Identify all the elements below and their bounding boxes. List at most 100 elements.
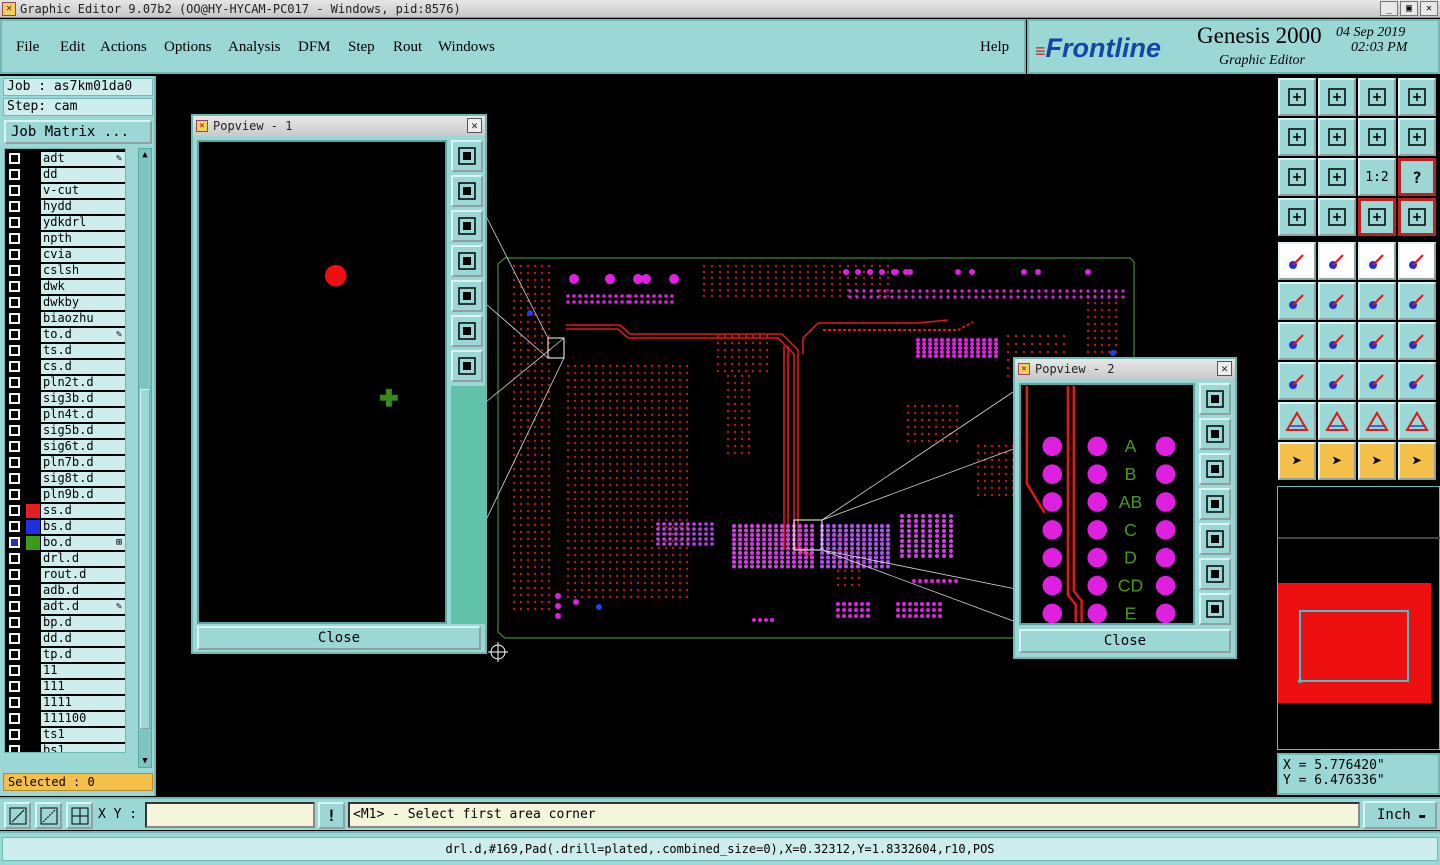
layer-name[interactable]: bs.d: [41, 520, 125, 534]
layer-row[interactable]: sig6t.d: [5, 439, 125, 455]
layer-checkbox[interactable]: [9, 329, 20, 340]
layer-color-swatch[interactable]: [26, 632, 40, 646]
layer-row[interactable]: 1111: [5, 695, 125, 711]
layer-checkbox[interactable]: [9, 649, 20, 660]
popview-1-zoom-right-icon[interactable]: [451, 280, 483, 312]
popview-1-zoom-up-icon[interactable]: [451, 175, 483, 207]
layer-color-swatch[interactable]: [26, 488, 40, 502]
layer-row[interactable]: ts1: [5, 727, 125, 743]
layer-row[interactable]: 111: [5, 679, 125, 695]
layer-row[interactable]: adt ✎: [5, 151, 125, 167]
layer-row[interactable]: 11: [5, 663, 125, 679]
layer-checkbox[interactable]: [9, 313, 20, 324]
snap-icon[interactable]: [4, 802, 31, 829]
layer-checkbox[interactable]: [9, 457, 20, 468]
layer-row[interactable]: sig3b.d: [5, 391, 125, 407]
layer-name[interactable]: drl.d: [41, 552, 125, 566]
open-icon[interactable]: [1278, 78, 1316, 116]
layer-row[interactable]: 111100: [5, 711, 125, 727]
layer-row[interactable]: v-cut: [5, 183, 125, 199]
layer-checkbox[interactable]: [9, 713, 20, 724]
layer-row[interactable]: dwkby: [5, 295, 125, 311]
layer-name[interactable]: dwkby: [41, 296, 125, 310]
layer-row[interactable]: npth: [5, 231, 125, 247]
layer-checkbox[interactable]: [9, 537, 20, 548]
layer-row[interactable]: dwk: [5, 279, 125, 295]
layer-color-swatch[interactable]: [26, 376, 40, 390]
layer-color-swatch[interactable]: [26, 680, 40, 694]
layer-name[interactable]: sig8t.d: [41, 472, 125, 486]
menu-file[interactable]: File: [16, 39, 39, 56]
layer-name[interactable]: cslsh: [41, 264, 125, 278]
layer-list-scrollbar[interactable]: ▲ ▼: [138, 148, 152, 768]
layer-color-swatch[interactable]: [26, 296, 40, 310]
layer-color-swatch[interactable]: [26, 312, 40, 326]
layer-checkbox[interactable]: [9, 489, 20, 500]
layer-checkbox[interactable]: [9, 697, 20, 708]
add-line-icon[interactable]: [1318, 242, 1356, 280]
layer-checkbox[interactable]: [9, 393, 20, 404]
layer-color-swatch[interactable]: [26, 152, 40, 166]
layer-row[interactable]: adt.d ✎: [5, 599, 125, 615]
scroll-down-arrow[interactable]: ▼: [139, 755, 151, 767]
layer-name[interactable]: sig6t.d: [41, 440, 125, 454]
layer-row[interactable]: dd: [5, 167, 125, 183]
triangle-c-icon[interactable]: [1398, 402, 1436, 440]
layers-icon[interactable]: [1358, 198, 1396, 236]
layer-row[interactable]: pln9b.d: [5, 487, 125, 503]
triangle-a-icon[interactable]: [1318, 402, 1356, 440]
segment-icon[interactable]: [1318, 362, 1356, 400]
layer-color-swatch[interactable]: [26, 456, 40, 470]
layer-row[interactable]: biaozhu: [5, 311, 125, 327]
layer-row[interactable]: hydd: [5, 199, 125, 215]
popview-1-zoom-down-icon[interactable]: [451, 210, 483, 242]
popview-1-fit-icon[interactable]: [451, 315, 483, 347]
layer-name[interactable]: dwk: [41, 280, 125, 294]
layer-row[interactable]: pln2t.d: [5, 375, 125, 391]
layer-color-swatch[interactable]: [26, 744, 40, 752]
cross-icon[interactable]: [1318, 282, 1356, 320]
settings-icon[interactable]: [1278, 198, 1316, 236]
layer-color-swatch[interactable]: [26, 504, 40, 518]
layer-name[interactable]: hydd: [41, 200, 125, 214]
layer-color-swatch[interactable]: [26, 728, 40, 742]
layer-checkbox[interactable]: [9, 185, 20, 196]
layer-checkbox[interactable]: [9, 617, 20, 628]
layer-checkbox[interactable]: [9, 601, 20, 612]
alert-icon[interactable]: !: [318, 802, 345, 829]
menu-analysis[interactable]: Analysis: [228, 39, 281, 56]
layer-color-swatch[interactable]: [26, 520, 40, 534]
layer-row[interactable]: sig5b.d: [5, 423, 125, 439]
layer-row[interactable]: adb.d: [5, 583, 125, 599]
menu-edit[interactable]: Edit: [60, 39, 85, 56]
measure-icon[interactable]: [1358, 362, 1396, 400]
layer-color-swatch[interactable]: [26, 360, 40, 374]
layer-name[interactable]: to.d ✎: [41, 328, 125, 342]
layer-color-swatch[interactable]: [26, 408, 40, 422]
layer-row[interactable]: bs1: [5, 743, 125, 752]
layer-color-swatch[interactable]: [26, 648, 40, 662]
layer-color-swatch[interactable]: [26, 168, 40, 182]
layer-color-swatch[interactable]: [26, 664, 40, 678]
menu-dfm[interactable]: DFM: [298, 39, 331, 56]
layer-name[interactable]: tp.d: [41, 648, 125, 662]
layer-checkbox[interactable]: [9, 345, 20, 356]
layer-name[interactable]: pln9b.d: [41, 488, 125, 502]
layer-name[interactable]: sig3b.d: [41, 392, 125, 406]
maximize-button[interactable]: ▣: [1400, 1, 1418, 16]
layer-color-swatch[interactable]: [26, 600, 40, 614]
layer-checkbox[interactable]: [9, 681, 20, 692]
layer-color-swatch[interactable]: [26, 392, 40, 406]
layer-checkbox[interactable]: [9, 233, 20, 244]
layer-color-swatch[interactable]: [26, 232, 40, 246]
layer-row[interactable]: to.d ✎: [5, 327, 125, 343]
layer-checkbox[interactable]: [9, 409, 20, 420]
layer-row[interactable]: bs.d: [5, 519, 125, 535]
menu-help[interactable]: Help: [980, 39, 1009, 56]
layer-checkbox[interactable]: [9, 553, 20, 564]
popview-2-canvas[interactable]: AB AB CD CD E: [1019, 383, 1195, 625]
popview-2-zoom-right-icon[interactable]: [1199, 523, 1231, 555]
layer-row[interactable]: sig8t.d: [5, 471, 125, 487]
layer-name[interactable]: cs.d: [41, 360, 125, 374]
layer-checkbox[interactable]: [9, 153, 20, 164]
